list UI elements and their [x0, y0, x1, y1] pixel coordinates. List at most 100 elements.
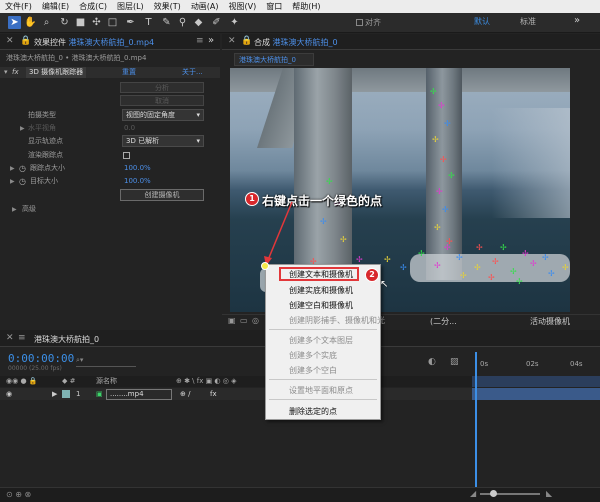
menu-item-delete-points[interactable]: 删除选定的点 — [289, 406, 337, 417]
monitor-icon[interactable]: ▭ — [240, 316, 248, 325]
eraser-tool-icon[interactable]: ◆ — [192, 16, 205, 29]
layer-switch-icon[interactable]: ⊕ / — [180, 388, 190, 400]
rotate-tool-icon[interactable]: ↻ — [58, 16, 71, 29]
close-icon[interactable]: ✕ — [6, 36, 14, 46]
mask-icon[interactable]: ◎ — [252, 316, 259, 325]
track-point[interactable]: ✢ — [500, 244, 507, 252]
fx-icon[interactable]: fx — [12, 67, 19, 78]
menu-file[interactable]: 文件(F) — [0, 0, 37, 13]
menu-help[interactable]: 帮助(H) — [287, 0, 325, 13]
track-point[interactable]: ✢ — [434, 262, 441, 270]
timeline-search-input[interactable]: ⌕▾ — [76, 356, 136, 367]
show-points-select[interactable]: 3D 已解析 ▾ — [122, 135, 204, 147]
track-point[interactable]: ✢ — [444, 244, 451, 252]
clone-stamp-tool-icon[interactable]: ⚲ — [176, 16, 189, 29]
track-point[interactable]: ✢ — [430, 88, 437, 96]
time-ruler[interactable]: 0s 02s 04s — [472, 352, 600, 376]
stopwatch-icon[interactable]: ◷ — [19, 176, 26, 187]
menu-item-create-null-camera[interactable]: 创建空白和摄像机 — [289, 300, 353, 311]
analyze-button[interactable]: 分析 — [120, 82, 204, 93]
track-point[interactable]: ✢ — [400, 264, 407, 272]
camera-tool-icon[interactable]: ■ — [74, 16, 87, 29]
menu-composition[interactable]: 合成(C) — [74, 0, 112, 13]
workspace-standard[interactable]: 标准 — [520, 16, 536, 27]
layer-duration-bar[interactable] — [472, 388, 600, 400]
track-point[interactable]: ✢ — [418, 250, 425, 258]
playhead[interactable] — [475, 352, 477, 487]
panel-menu-icon[interactable]: ≡ — [18, 333, 26, 343]
reset-link[interactable]: 重置 — [122, 67, 136, 78]
chevron-down-icon[interactable]: ▾ — [4, 67, 8, 78]
menu-view[interactable]: 视图(V) — [224, 0, 262, 13]
menu-item-create-solid-camera[interactable]: 创建实底和摄像机 — [289, 285, 353, 296]
menu-window[interactable]: 窗口 — [261, 0, 287, 13]
track-point[interactable]: ✢ — [476, 244, 483, 252]
menu-item-create-shadow-catcher[interactable]: 创建阴影捕手、摄像机和光 — [289, 315, 385, 326]
expand-triangle-icon[interactable]: ▶ — [52, 388, 57, 400]
layer-fx-icon[interactable]: fx — [210, 388, 217, 400]
pen-tool-icon[interactable]: ✒ — [124, 16, 137, 29]
track-point[interactable]: ✢ — [460, 272, 467, 280]
create-camera-button[interactable]: 创建摄像机 — [120, 189, 204, 201]
work-area-bar[interactable] — [472, 376, 600, 387]
expand-triangle-icon[interactable]: ▶ — [10, 176, 15, 187]
zoom-in-icon[interactable]: ◣ — [546, 489, 552, 498]
zoom-slider-knob[interactable] — [490, 490, 497, 497]
expand-triangle-icon[interactable]: ▶ — [10, 163, 15, 174]
advanced-row[interactable]: ▶ 高级 — [0, 204, 220, 215]
track-point[interactable]: ✢ — [492, 258, 499, 266]
zoom-out-icon[interactable]: ◢ — [470, 489, 476, 498]
layer-row[interactable]: ◉ ▶ 1 ▣ ........mp4 ⊕ / fx — [0, 388, 472, 400]
composition-sub-tab[interactable]: 港珠澳大桥航拍_0 — [234, 53, 314, 66]
track-point[interactable]: ✢ — [448, 172, 455, 180]
hand-tool-icon[interactable]: ✋ — [24, 16, 37, 29]
menu-item-create-multiple-nulls[interactable]: 创建多个空白 — [289, 365, 337, 376]
about-link[interactable]: 关于... — [182, 67, 203, 78]
track-point-size-value[interactable]: 100.0% — [124, 163, 151, 174]
track-point[interactable]: ✢ — [444, 120, 451, 128]
menu-item-create-multiple-text[interactable]: 创建多个文本图层 — [289, 335, 353, 346]
shot-type-select[interactable]: 视图的固定角度 ▾ — [122, 109, 204, 121]
track-point[interactable]: ✢ — [488, 274, 495, 282]
motion-blur-icon[interactable]: ◐ — [428, 357, 436, 367]
menu-layer[interactable]: 图层(L) — [112, 0, 149, 13]
eye-icon[interactable]: ◉ — [6, 388, 12, 400]
composition-tab[interactable]: ✕ 🔒 合成 港珠澳大桥航拍_0 — [222, 34, 600, 50]
type-tool-icon[interactable]: T — [142, 16, 155, 29]
cancel-button[interactable]: 取消 — [120, 95, 204, 106]
menu-item-create-multiple-solids[interactable]: 创建多个实底 — [289, 350, 337, 361]
track-point[interactable]: ✢ — [434, 224, 441, 232]
timecode-display[interactable]: 0:00:00:00 — [8, 352, 74, 365]
track-point[interactable]: ✢ — [530, 260, 537, 268]
track-point[interactable]: ✢ — [542, 254, 549, 262]
menu-edit[interactable]: 编辑(E) — [37, 0, 74, 13]
effect-header-row[interactable]: ▾ fx 3D 摄像机跟踪器 重置 关于... — [0, 67, 220, 78]
label-color-swatch[interactable] — [62, 390, 70, 398]
toggle-switches-icon[interactable]: ⊙ ⊕ ⊗ — [6, 490, 31, 499]
puppet-tool-icon[interactable]: ✦ — [228, 16, 241, 29]
workspace-default[interactable]: 默认 — [474, 16, 490, 27]
panel-menu-icon[interactable]: ≡ — [196, 36, 204, 46]
brush-tool-icon[interactable]: ✎ — [160, 16, 173, 29]
selected-track-point[interactable] — [261, 262, 269, 270]
track-point[interactable]: ✢ — [456, 254, 463, 262]
track-point[interactable]: ✢ — [320, 218, 327, 226]
track-point[interactable]: ✢ — [432, 136, 439, 144]
lock-icon[interactable]: 🔒 — [20, 36, 31, 46]
roto-brush-tool-icon[interactable]: ✐ — [210, 16, 223, 29]
selection-tool-icon[interactable]: ➤ — [8, 16, 21, 29]
workspace-more-icon[interactable]: » — [574, 15, 580, 26]
close-icon[interactable]: ✕ — [228, 36, 236, 46]
track-point[interactable]: ✢ — [438, 102, 445, 110]
track-point[interactable]: ✢ — [384, 256, 391, 264]
close-icon[interactable]: ✕ — [6, 333, 14, 343]
track-point[interactable]: ✢ — [522, 250, 529, 258]
render-ground-checkbox[interactable] — [123, 152, 130, 159]
graph-editor-icon[interactable]: ▨ — [450, 357, 459, 367]
align-checkbox[interactable]: 对齐 — [356, 17, 381, 28]
menu-item-set-ground-plane[interactable]: 设置地平面和原点 — [289, 385, 353, 396]
display-icon[interactable]: ▣ — [228, 316, 236, 325]
resolution-select[interactable]: (二分... — [430, 316, 457, 327]
rectangle-tool-icon[interactable]: □ — [106, 16, 119, 29]
track-point[interactable]: ✢ — [442, 206, 449, 214]
